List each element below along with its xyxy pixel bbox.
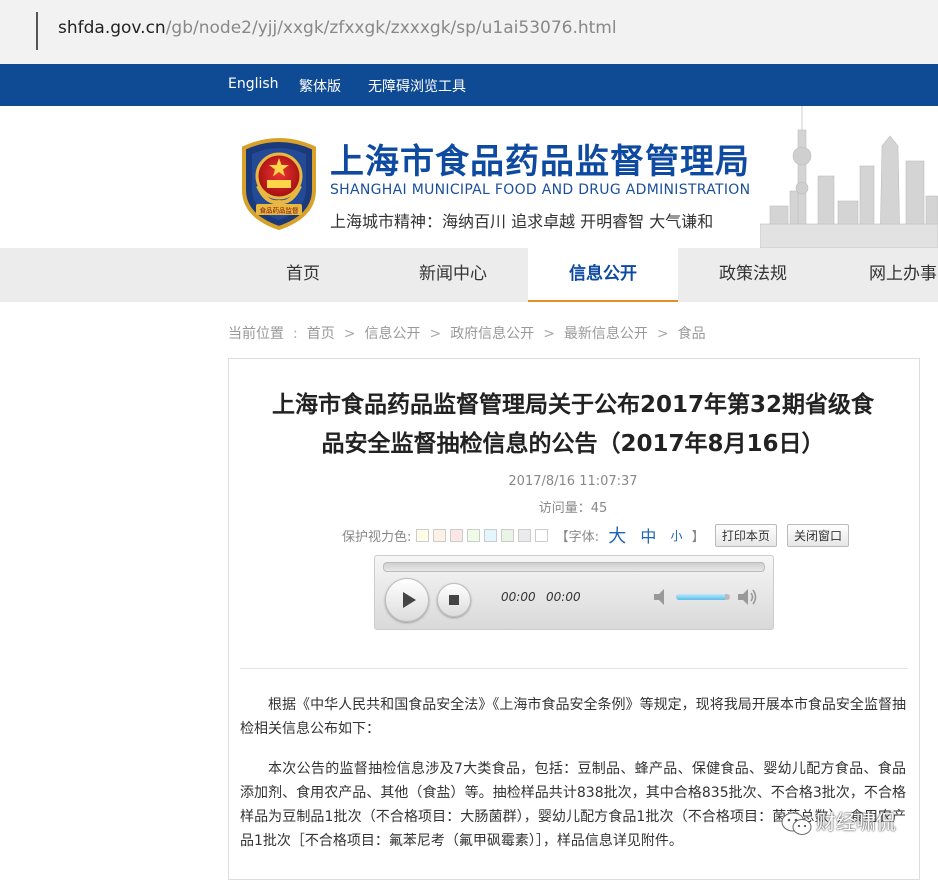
wechat-icon bbox=[781, 812, 812, 835]
nav-item-news-center[interactable]: 新闻中心 bbox=[378, 248, 528, 300]
eye-care-swatch-3[interactable] bbox=[449, 528, 463, 542]
text-caret bbox=[36, 12, 38, 50]
volume-level bbox=[676, 594, 725, 600]
volume-max-icon[interactable] bbox=[736, 586, 758, 608]
audio-player: 00:00 00:00 bbox=[374, 555, 774, 630]
article-title-line-1: 上海市食品药品监督管理局关于公布2017年第32期省级食 bbox=[271, 392, 875, 418]
site-title-english: SHANGHAI MUNICIPAL FOOD AND DRUG ADMINIS… bbox=[330, 182, 751, 198]
breadcrumb-separator: : bbox=[293, 326, 298, 342]
breadcrumb: 当前位置: 首页 > 信息公开 > 政府信息公开 > 最新信息公开 > 食品 bbox=[228, 323, 706, 343]
eye-care-color-label: 保护视力色: bbox=[342, 529, 412, 545]
nav-item-online-services[interactable]: 网上办事 bbox=[828, 248, 938, 300]
eye-care-swatch-2[interactable] bbox=[432, 528, 446, 542]
article-paragraph-1: 根据《中华人民共和国食品安全法》《上海市食品安全条例》等规定，现将我局开展本市食… bbox=[240, 697, 906, 737]
eye-care-swatch-1[interactable] bbox=[415, 528, 429, 542]
font-size-large[interactable]: 大 bbox=[608, 522, 626, 548]
breadcrumb-separator: > bbox=[656, 326, 669, 342]
volume-slider[interactable] bbox=[676, 594, 730, 600]
nav-item-home[interactable]: 首页 bbox=[228, 248, 378, 300]
article-title-line-2: 品安全监督抽检信息的公告（2017年8月16日） bbox=[321, 431, 825, 457]
play-button[interactable] bbox=[385, 578, 429, 622]
nav-item-information-disclosure[interactable]: 信息公开 bbox=[528, 248, 678, 302]
mute-icon[interactable] bbox=[651, 586, 673, 608]
eye-care-swatches bbox=[415, 528, 552, 543]
current-time: 00:00 bbox=[501, 590, 536, 604]
eye-care-swatch-4[interactable] bbox=[466, 528, 480, 542]
content-divider bbox=[240, 668, 908, 669]
traditional-chinese-link[interactable]: 繁体版 bbox=[299, 76, 341, 96]
total-time: 00:00 bbox=[546, 590, 581, 604]
eye-care-swatch-7[interactable] bbox=[517, 528, 531, 542]
article-visit-count: 访问量：45 bbox=[538, 501, 608, 516]
address-bar[interactable]: shfda.gov.cn/gb/node2/yjj/xxgk/zfxxgk/zx… bbox=[0, 0, 938, 64]
font-size-label: 【字体: bbox=[555, 529, 600, 545]
font-size-medium[interactable]: 中 bbox=[640, 523, 656, 547]
main-nav: 首页 新闻中心 信息公开 政策法规 网上办事 bbox=[0, 248, 938, 302]
font-size-small[interactable]: 小 bbox=[671, 527, 683, 544]
breadcrumb-government-information[interactable]: 政府信息公开 bbox=[450, 326, 534, 342]
eye-care-swatch-6[interactable] bbox=[500, 528, 514, 542]
stop-button[interactable] bbox=[437, 583, 471, 617]
breadcrumb-separator: > bbox=[343, 326, 356, 342]
site-slogan: 上海城市精神：海纳百川 追求卓越 开明睿智 大气谦和 bbox=[330, 212, 714, 231]
stop-icon bbox=[449, 595, 459, 605]
watermark-text: 财经啸侃 bbox=[816, 810, 896, 834]
breadcrumb-latest-information[interactable]: 最新信息公开 bbox=[564, 326, 648, 342]
playback-progress-bar[interactable] bbox=[383, 562, 765, 572]
english-link[interactable]: English bbox=[228, 76, 279, 92]
breadcrumb-information-disclosure[interactable]: 信息公开 bbox=[364, 326, 420, 342]
play-icon bbox=[403, 592, 416, 608]
nav-item-policies-regulations[interactable]: 政策法规 bbox=[678, 248, 828, 300]
wechat-watermark: 财经啸侃 bbox=[780, 806, 896, 846]
site-title: 上海市食品药品监督管理局 bbox=[330, 142, 750, 182]
url-path: /gb/node2/yjj/xxgk/zfxxgk/zxxxgk/sp/u1ai… bbox=[165, 18, 617, 38]
font-size-label-close: 】 bbox=[691, 529, 705, 545]
article-toolbar: 保护视力色: 【字体: 大 中 小 】 打印本页 关闭窗口 bbox=[342, 522, 849, 548]
top-link-bar: English 繁体版 无障碍浏览工具 bbox=[0, 64, 938, 106]
eye-care-swatch-8[interactable] bbox=[534, 528, 548, 542]
article-title: 上海市食品药品监督管理局关于公布2017年第32期省级食 品安全监督抽检信息的公… bbox=[248, 386, 898, 464]
print-button[interactable]: 打印本页 bbox=[714, 523, 777, 547]
article-datetime: 2017/8/16 11:07:37 bbox=[508, 474, 638, 489]
national-emblem-icon: 食品药品监督 bbox=[242, 138, 316, 230]
breadcrumb-home[interactable]: 首页 bbox=[307, 326, 335, 342]
url-host: shfda.gov.cn bbox=[58, 18, 166, 38]
url-text[interactable]: shfda.gov.cn/gb/node2/yjj/xxgk/zfxxgk/zx… bbox=[58, 18, 617, 38]
emblem-text: 食品药品监督 bbox=[260, 206, 300, 215]
breadcrumb-separator: > bbox=[429, 326, 442, 342]
breadcrumb-food[interactable]: 食品 bbox=[678, 326, 706, 342]
close-window-button[interactable]: 关闭窗口 bbox=[786, 523, 849, 547]
city-skyline-illustration bbox=[760, 106, 938, 248]
breadcrumb-separator: > bbox=[543, 326, 555, 342]
breadcrumb-label: 当前位置 bbox=[228, 326, 284, 342]
eye-care-swatch-5[interactable] bbox=[483, 528, 497, 542]
accessibility-tools-link[interactable]: 无障碍浏览工具 bbox=[368, 76, 466, 96]
site-banner: 食品药品监督 上海市食品药品监督管理局 SHANGHAI MUNICIPAL F… bbox=[0, 106, 938, 248]
